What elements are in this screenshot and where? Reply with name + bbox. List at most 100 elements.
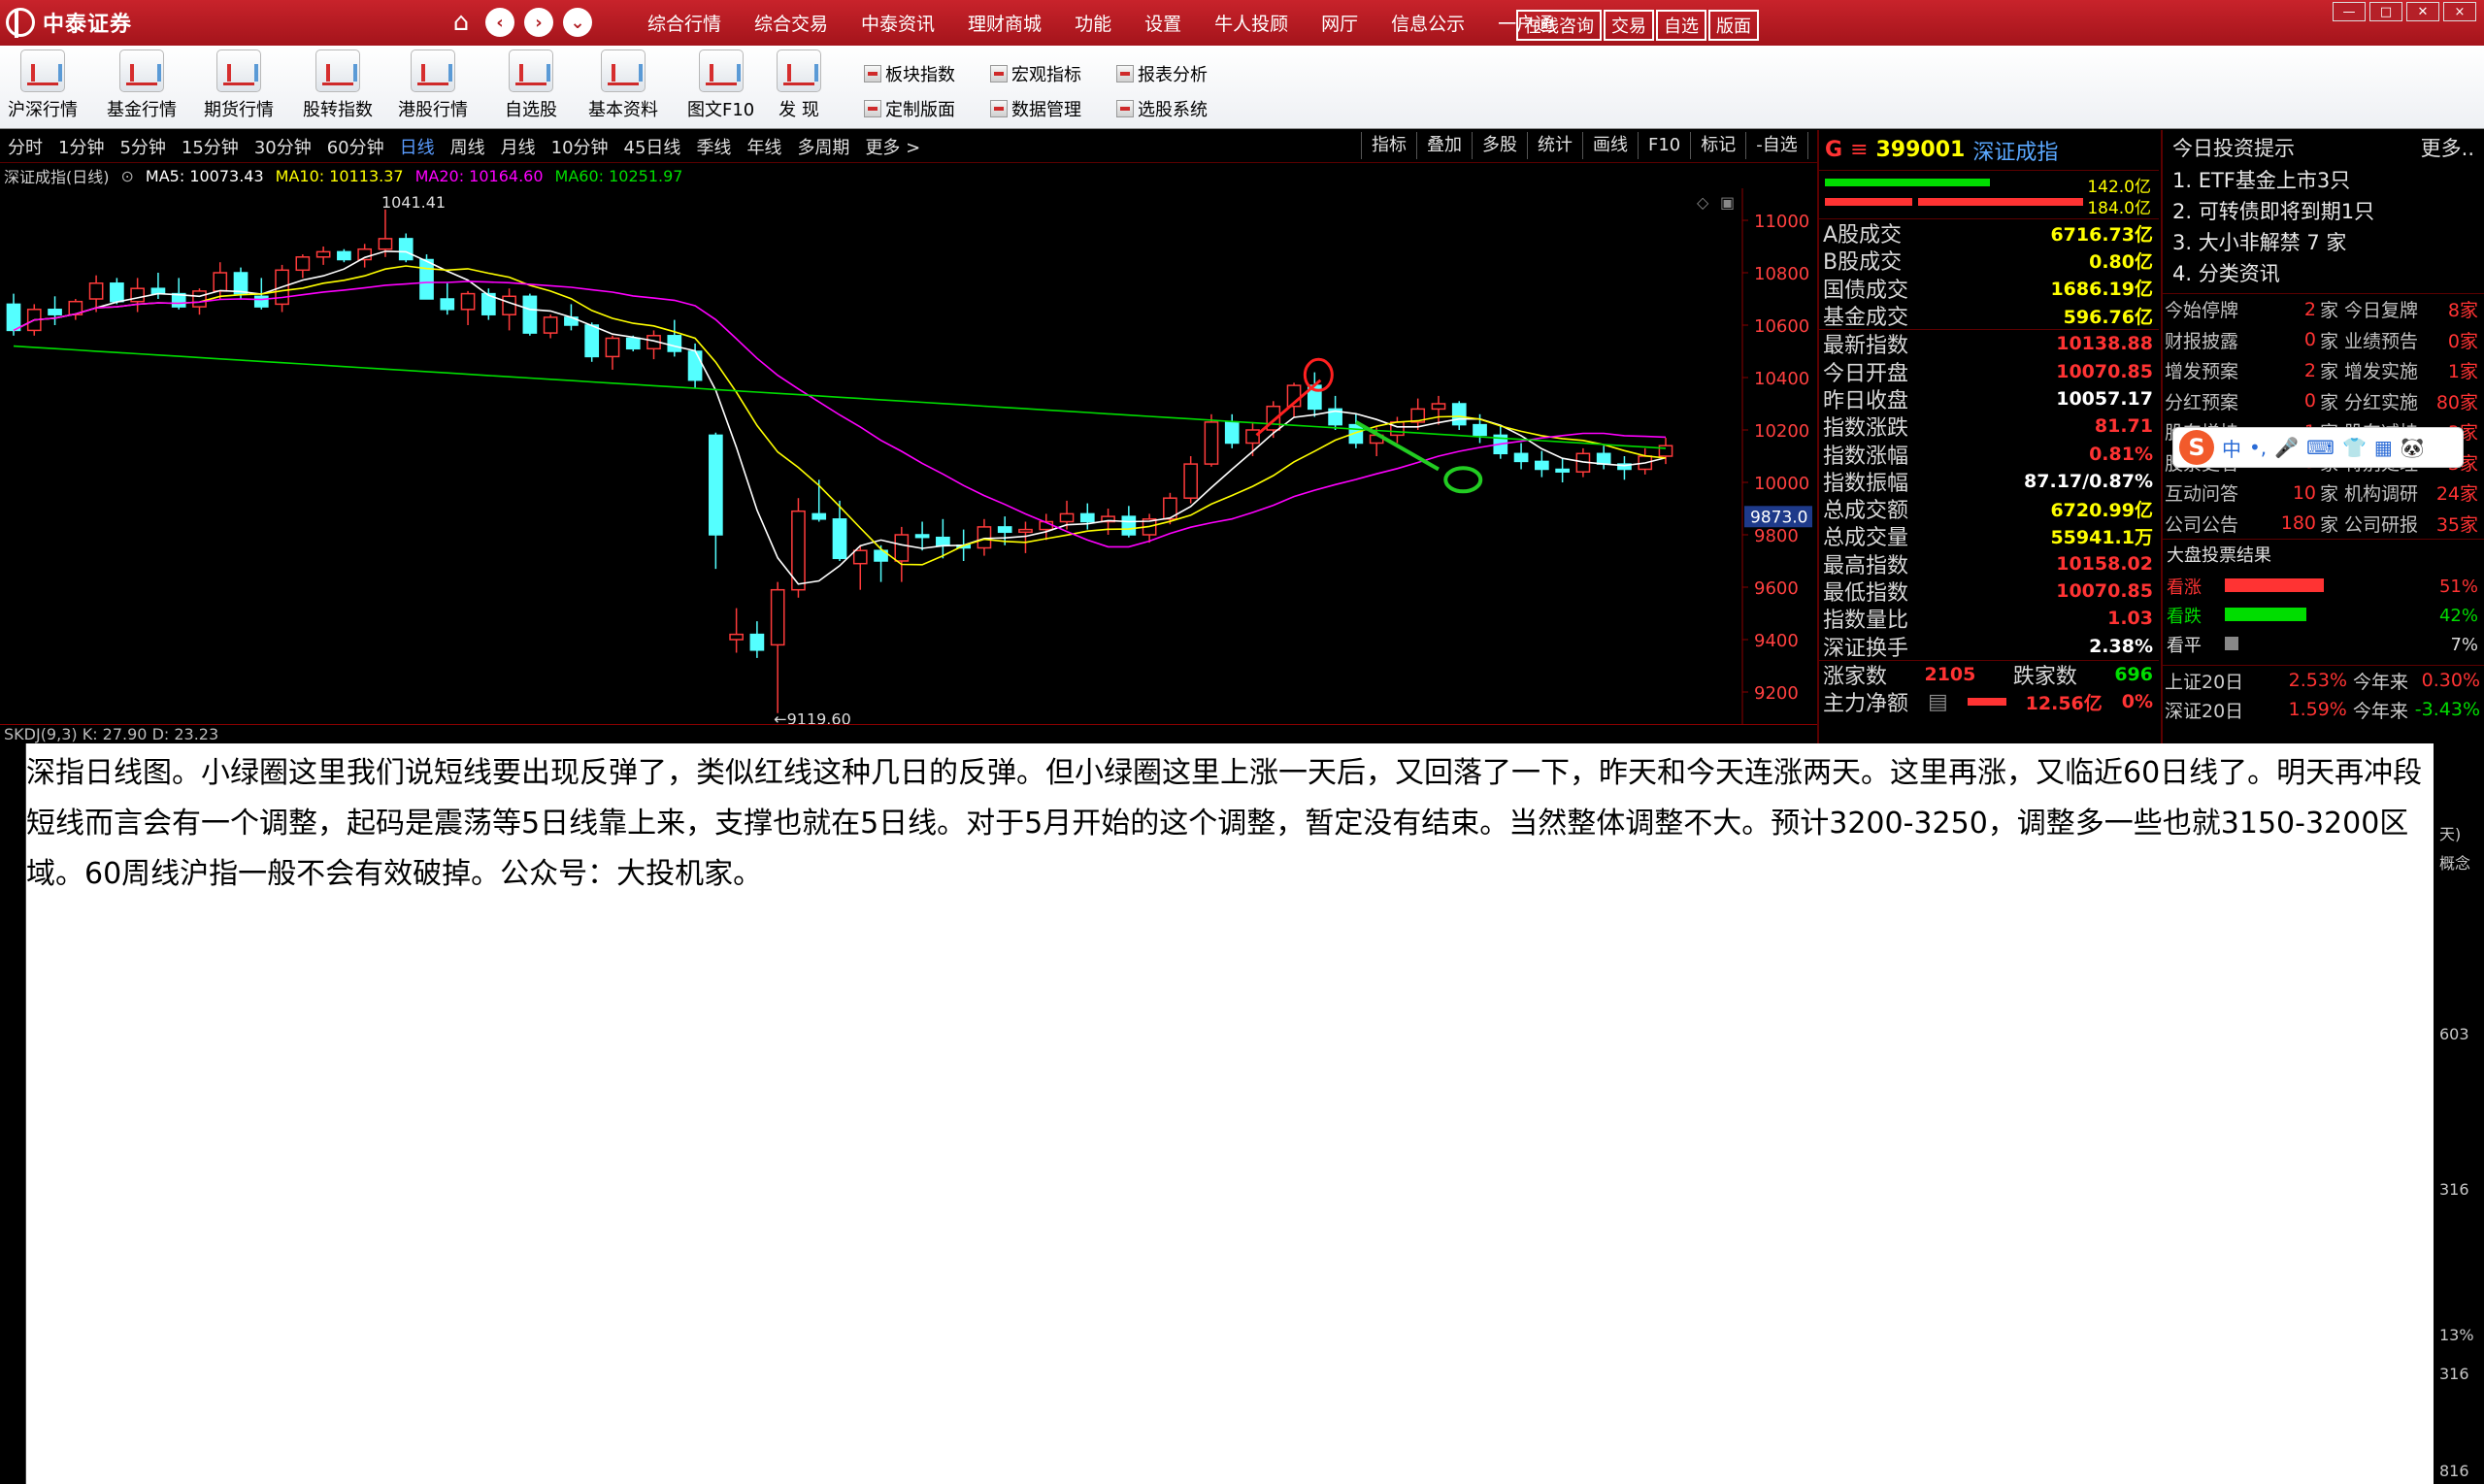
title-button[interactable]: 在线咨询 xyxy=(1516,10,1602,41)
period-tab[interactable]: 月线 xyxy=(493,134,544,159)
menu-item[interactable]: 网厅 xyxy=(1305,10,1374,36)
event-cell: 0 xyxy=(2303,390,2316,412)
period-tab[interactable]: 日线 xyxy=(392,134,443,159)
ime-logo-icon[interactable]: S xyxy=(2179,430,2214,465)
vote-pct: 7% xyxy=(2450,634,2478,655)
chart-tool-button[interactable]: -自选 xyxy=(1745,132,1807,159)
list-icon[interactable]: ≡ xyxy=(1850,138,1868,162)
small-tool[interactable]: 报表分析 xyxy=(1116,61,1208,86)
ime-mascot-icon[interactable]: 🐼 xyxy=(2401,436,2425,459)
toolbar-tool[interactable]: 股转指数 xyxy=(303,49,373,121)
period-tab[interactable]: 30分钟 xyxy=(247,134,319,159)
ma20-label: MA20: 10164.60 xyxy=(414,166,544,185)
period-tab[interactable]: 季线 xyxy=(688,134,739,159)
candle-body xyxy=(1059,512,1075,523)
tips-more-link[interactable]: 更多.. xyxy=(2421,133,2474,162)
price-tag: 9873.0 xyxy=(1750,508,1807,527)
period-tab[interactable]: 15分钟 xyxy=(174,134,247,159)
period-tab[interactable]: 60分钟 xyxy=(319,134,392,159)
period-tab[interactable]: 5分钟 xyxy=(112,134,173,159)
period-tab[interactable]: 更多 > xyxy=(857,134,928,159)
period-tab[interactable]: 周线 xyxy=(443,134,493,159)
small-tool[interactable]: 宏观指标 xyxy=(990,61,1081,86)
period-tab[interactable]: 年线 xyxy=(739,134,789,159)
tip-item[interactable]: 4. 分类资讯 xyxy=(2163,258,2484,289)
tip-item[interactable]: 2. 可转债即将到期1只 xyxy=(2163,196,2484,227)
small-tool[interactable]: 定制版面 xyxy=(864,96,955,121)
toolbar-tool[interactable]: 沪深行情 xyxy=(8,49,78,121)
period-tab[interactable]: 10分钟 xyxy=(544,134,616,159)
candle-body xyxy=(1451,403,1467,426)
candlestick-chart[interactable]: 9200 9400 9600 9800 10000 10200 10400 10600 1080… xyxy=(0,188,1817,724)
perf-label2: 今年来 xyxy=(2352,700,2408,722)
forward-icon[interactable]: › xyxy=(524,8,553,37)
dropdown-icon[interactable]: ⌄ xyxy=(563,8,592,37)
ime-chinese-icon[interactable]: 中 xyxy=(2222,434,2241,462)
toolbar-tool[interactable]: 自选股 xyxy=(505,49,557,121)
toolbar-tool[interactable]: 港股行情 xyxy=(398,49,468,121)
maximize-icon[interactable]: □ xyxy=(2369,2,2402,21)
ime-punct-icon[interactable]: •, xyxy=(2249,436,2267,459)
settings-icon[interactable]: ⊙ xyxy=(121,167,134,185)
chart-tool-icon xyxy=(119,49,164,92)
menu-item[interactable]: 综合行情 xyxy=(631,10,738,36)
period-tab[interactable]: 1分钟 xyxy=(50,134,112,159)
event-row[interactable]: 互动问答 10 家 机构调研 24家 xyxy=(2163,478,2484,509)
ime-toolbar[interactable]: S 中 •, 🎤 ⌨ 👕 ▦ 🐼 xyxy=(2172,427,2464,468)
candle-body xyxy=(729,633,744,641)
menu-item[interactable]: 牛人投顾 xyxy=(1198,10,1305,36)
menu-item[interactable]: 理财商城 xyxy=(951,10,1058,36)
chart-tool-button[interactable]: 指标 xyxy=(1361,132,1416,159)
toolbar-tool[interactable]: 图文F10 xyxy=(687,49,754,121)
small-tool[interactable]: 选股系统 xyxy=(1116,96,1208,121)
period-tab[interactable]: 多周期 xyxy=(789,134,857,159)
chart-tool-button[interactable]: F10 xyxy=(1638,132,1690,159)
ime-skin-icon[interactable]: 👕 xyxy=(2342,436,2367,459)
title-button[interactable]: 自选 xyxy=(1656,10,1706,41)
minimize-icon[interactable]: — xyxy=(2333,2,2366,21)
period-tab[interactable]: 分时 xyxy=(0,134,50,159)
back-icon[interactable]: ‹ xyxy=(485,8,514,37)
menu-item[interactable]: 综合交易 xyxy=(738,10,845,36)
chart-tool-icon xyxy=(509,49,553,92)
chart-tool-button[interactable]: 统计 xyxy=(1527,132,1582,159)
vote-results: 看涨 51% 看跌 42% 看平 7% xyxy=(2163,572,2484,659)
tip-item[interactable]: 3. 大小非解禁 7 家 xyxy=(2163,227,2484,258)
quote-label: 指数量比 xyxy=(1823,609,1909,634)
event-row[interactable]: 今始停牌 2 家 今日复牌 8家 xyxy=(2163,294,2484,325)
event-row[interactable]: 增发预案 2 家 增发实施 1家 xyxy=(2163,355,2484,386)
restore-icon[interactable]: ✕ xyxy=(2406,2,2439,21)
down-count: 696 xyxy=(2114,663,2153,685)
menu-item[interactable]: 中泰资讯 xyxy=(845,10,951,36)
menu-item[interactable]: 功能 xyxy=(1058,10,1128,36)
menu-item[interactable]: 设置 xyxy=(1128,10,1198,36)
tip-item[interactable]: 1. ETF基金上市3只 xyxy=(2163,165,2484,196)
title-button[interactable]: 交易 xyxy=(1604,10,1654,41)
toolbar-tool[interactable]: 基金行情 xyxy=(107,49,177,121)
close-icon[interactable]: × xyxy=(2443,2,2476,21)
toolbar-tool[interactable]: 期货行情 xyxy=(204,49,274,121)
title-button[interactable]: 版面 xyxy=(1708,10,1759,41)
event-row[interactable]: 公司公告 180 家 公司研报 35家 xyxy=(2163,509,2484,540)
menu-item[interactable]: 信息公示 xyxy=(1374,10,1481,36)
event-row[interactable]: 分红预案 0 家 分红实施 80家 xyxy=(2163,386,2484,417)
toolbar-tool[interactable]: 发 现 xyxy=(777,49,821,121)
candle-body xyxy=(295,256,311,272)
small-tool[interactable]: 数据管理 xyxy=(990,96,1081,121)
home-icon[interactable]: ⌂ xyxy=(446,8,477,37)
window-icon[interactable]: ▣ xyxy=(1720,193,1735,212)
ime-grid-icon[interactable]: ▦ xyxy=(2374,436,2393,459)
period-tab[interactable]: 45日线 xyxy=(616,134,689,159)
chart-tool-button[interactable]: 标记 xyxy=(1690,132,1745,159)
chart-tool-button[interactable]: 多股 xyxy=(1472,132,1527,159)
ime-mic-icon[interactable]: 🎤 xyxy=(2274,436,2299,459)
toolbar-tool[interactable]: 基本资料 xyxy=(588,49,658,121)
event-row[interactable]: 财报披露 0 家 业绩预告 0家 xyxy=(2163,325,2484,356)
chart-tool-button[interactable]: 画线 xyxy=(1582,132,1638,159)
event-cell: 家 机构调研 xyxy=(2320,483,2419,506)
chart-tool-icon xyxy=(315,49,360,92)
small-tool[interactable]: 板块指数 xyxy=(864,61,955,86)
chart-tool-button[interactable]: 叠加 xyxy=(1416,132,1472,159)
diamond-icon[interactable]: ◇ xyxy=(1697,193,1709,212)
ime-keyboard-icon[interactable]: ⌨ xyxy=(2306,436,2335,459)
